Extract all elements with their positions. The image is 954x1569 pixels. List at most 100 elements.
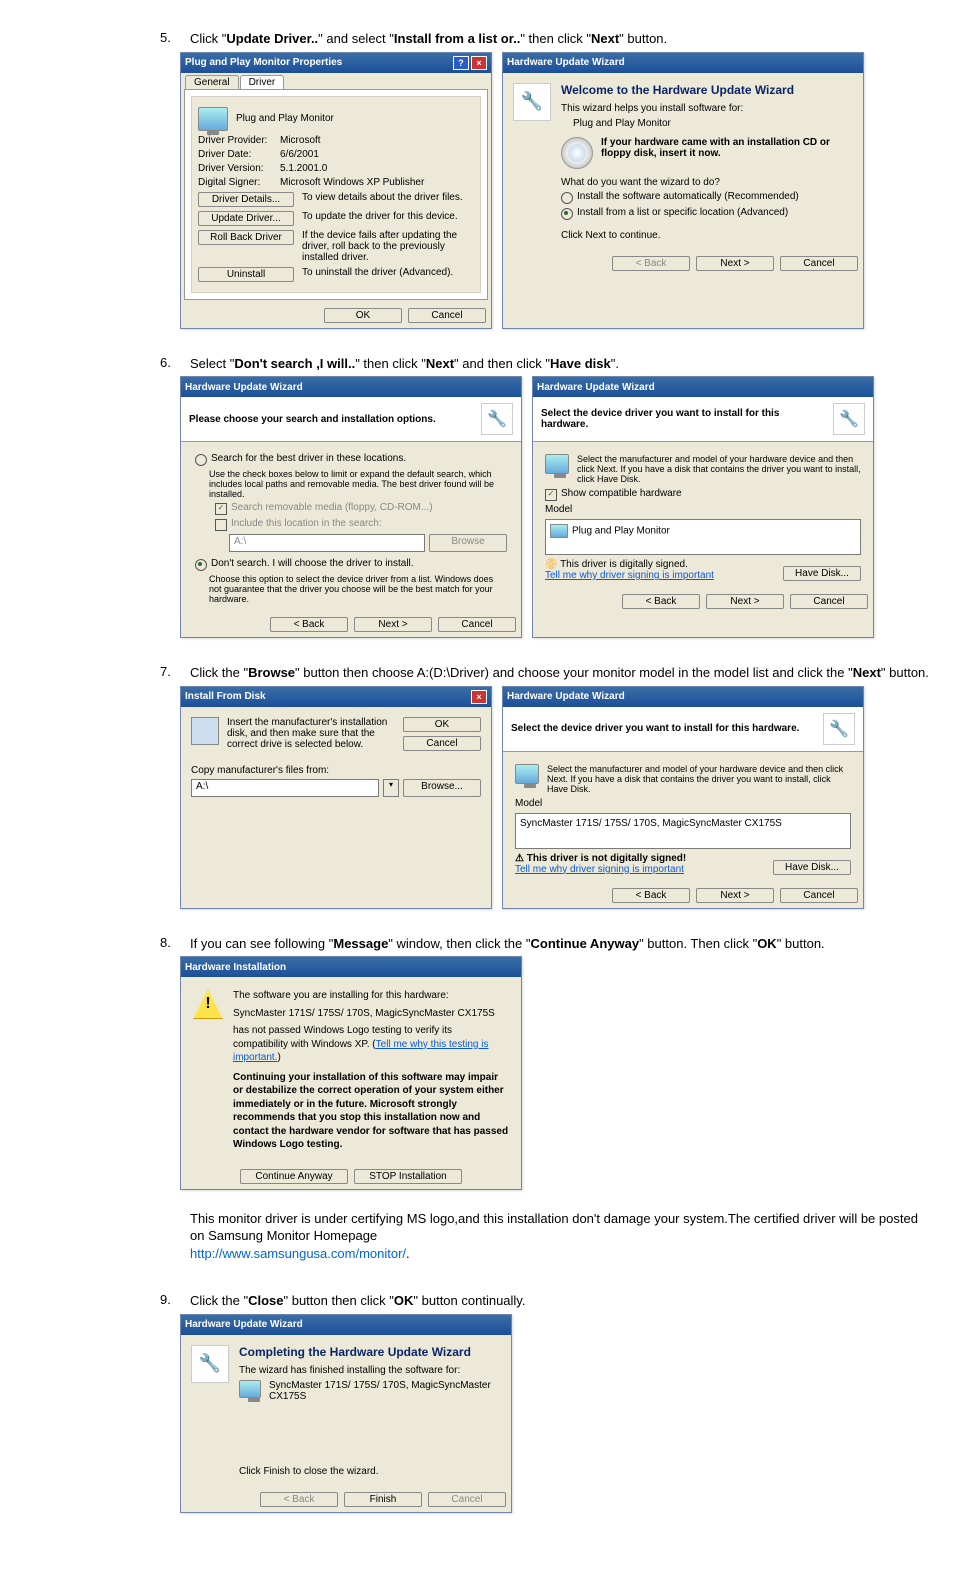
path-input[interactable]: A:\ bbox=[191, 779, 379, 797]
hardware-installation-dialog: Hardware Installation ! The software you… bbox=[180, 956, 522, 1190]
disk-icon bbox=[191, 717, 219, 745]
wizard-question: What do you want the wizard to do? bbox=[561, 177, 853, 188]
radio-list-label: Install from a list or specific location… bbox=[577, 207, 788, 218]
tab-strip: General Driver bbox=[181, 73, 491, 89]
model-list[interactable]: Plug and Play Monitor bbox=[545, 519, 861, 555]
tab-driver[interactable]: Driver bbox=[240, 75, 285, 89]
step8-note: This monitor driver is under certifying … bbox=[190, 1210, 934, 1263]
hw-l3: has not passed Windows Logo testing to v… bbox=[233, 1024, 509, 1065]
driver-details-desc: To view details about the driver files. bbox=[302, 192, 474, 203]
dialog-title: Install From Disk bbox=[185, 691, 266, 702]
wizard-subtext: The wizard has finished installing the s… bbox=[239, 1365, 501, 1376]
cancel-button[interactable]: Cancel bbox=[780, 256, 858, 271]
chk-show-compatible[interactable] bbox=[545, 489, 557, 501]
finish-button[interactable]: Finish bbox=[344, 1492, 422, 1507]
update-driver-desc: To update the driver for this device. bbox=[302, 211, 474, 222]
have-disk-button[interactable]: Have Disk... bbox=[783, 566, 861, 581]
step6-instruction: Select "Don't search ,I will.." then cli… bbox=[190, 355, 934, 373]
chk-show-compatible-label: Show compatible hardware bbox=[561, 488, 682, 499]
version-label: Driver Version: bbox=[198, 163, 280, 174]
hw-l2: SyncMaster 171S/ 175S/ 170S, MagicSyncMa… bbox=[233, 1007, 509, 1021]
hardware-wizard-welcome-dialog: Hardware Update Wizard 🔧 Welcome to the … bbox=[502, 52, 864, 329]
radio-list[interactable] bbox=[561, 208, 573, 220]
monitor-icon bbox=[515, 764, 539, 784]
close-icon[interactable]: × bbox=[471, 56, 487, 70]
version-value: 5.1.2001.0 bbox=[280, 163, 327, 174]
radio-search-best-label: Search for the best driver in these loca… bbox=[211, 453, 406, 464]
stop-installation-button[interactable]: STOP Installation bbox=[354, 1169, 462, 1184]
step-number: 5. bbox=[20, 30, 190, 329]
signing-link[interactable]: Tell me why driver signing is important bbox=[545, 570, 714, 581]
wizard-icon: 🔧 bbox=[481, 403, 513, 435]
chk-include-loc bbox=[215, 519, 227, 531]
model-item[interactable]: SyncMaster 171S/ 175S/ 170S, MagicSyncMa… bbox=[520, 818, 782, 829]
copy-from-label: Copy manufacturer's files from: bbox=[191, 765, 481, 776]
next-button[interactable]: Next > bbox=[354, 617, 432, 632]
radio-dont-search-label: Don't search. I will choose the driver t… bbox=[211, 558, 414, 569]
help-icon[interactable]: ? bbox=[453, 56, 469, 70]
cancel-button[interactable]: Cancel bbox=[790, 594, 868, 609]
have-disk-button[interactable]: Have Disk... bbox=[773, 860, 851, 875]
radio-search-best-desc: Use the check boxes below to limit or ex… bbox=[209, 469, 507, 499]
cancel-button[interactable]: Cancel bbox=[438, 617, 516, 632]
close-icon[interactable]: × bbox=[471, 690, 487, 704]
wizard-heading: Welcome to the Hardware Update Wizard bbox=[561, 83, 853, 97]
driver-details-button[interactable]: Driver Details... bbox=[198, 192, 294, 207]
cancel-button[interactable]: Cancel bbox=[403, 736, 481, 751]
model-list[interactable]: SyncMaster 171S/ 175S/ 170S, MagicSyncMa… bbox=[515, 813, 851, 849]
step-number: 9. bbox=[20, 1292, 190, 1513]
dialog-title: Hardware Update Wizard bbox=[507, 57, 625, 68]
radio-dont-search[interactable] bbox=[195, 559, 207, 571]
cancel-button[interactable]: Cancel bbox=[780, 888, 858, 903]
uninstall-button[interactable]: Uninstall bbox=[198, 267, 294, 282]
step8-instruction: If you can see following "Message" windo… bbox=[190, 935, 934, 953]
model-item[interactable]: Plug and Play Monitor bbox=[572, 526, 670, 537]
hw-l1: The software you are installing for this… bbox=[233, 989, 509, 1003]
install-from-disk-dialog: Install From Disk × Insert the manufactur… bbox=[180, 686, 492, 909]
location-input: A:\ bbox=[229, 534, 425, 552]
wizard-close-text: Click Finish to close the wizard. bbox=[239, 1466, 501, 1477]
hw-l4: Continuing your installation of this sof… bbox=[233, 1071, 509, 1152]
wizard-device: Plug and Play Monitor bbox=[573, 118, 853, 129]
wizard-select-driver-dialog: Hardware Update Wizard Select the device… bbox=[532, 376, 874, 638]
dialog-title: Hardware Update Wizard bbox=[537, 382, 655, 393]
next-button[interactable]: Next > bbox=[696, 888, 774, 903]
signer-label: Digital Signer: bbox=[198, 177, 280, 188]
wizard-icon: 🔧 bbox=[833, 403, 865, 435]
dropdown-icon[interactable]: ▾ bbox=[383, 779, 399, 797]
back-button: < Back bbox=[260, 1492, 338, 1507]
radio-auto[interactable] bbox=[561, 192, 573, 204]
continue-anyway-button[interactable]: Continue Anyway bbox=[240, 1169, 348, 1184]
wizard-complete-dialog: Hardware Update Wizard 🔧 Completing the … bbox=[180, 1314, 512, 1513]
back-button[interactable]: < Back bbox=[622, 594, 700, 609]
select-driver-desc: Select the manufacturer and model of you… bbox=[547, 764, 851, 794]
step-number: 7. bbox=[20, 664, 190, 909]
cancel-button[interactable]: Cancel bbox=[408, 308, 486, 323]
browse-button[interactable]: Browse... bbox=[403, 779, 481, 797]
samsung-link[interactable]: http://www.samsungusa.com/monitor/ bbox=[190, 1246, 406, 1261]
radio-search-best[interactable] bbox=[195, 454, 207, 466]
next-button[interactable]: Next > bbox=[696, 256, 774, 271]
step-number: 6. bbox=[20, 355, 190, 639]
uninstall-desc: To uninstall the driver (Advanced). bbox=[302, 267, 474, 278]
rollback-button[interactable]: Roll Back Driver bbox=[198, 230, 294, 245]
ok-button[interactable]: OK bbox=[324, 308, 402, 323]
monitor-icon bbox=[239, 1380, 261, 1398]
cd-icon bbox=[561, 137, 593, 169]
tab-general[interactable]: General bbox=[185, 75, 239, 89]
back-button[interactable]: < Back bbox=[270, 617, 348, 632]
next-button[interactable]: Next > bbox=[706, 594, 784, 609]
step-number: 8. bbox=[20, 935, 190, 1267]
wizard-continue: Click Next to continue. bbox=[561, 230, 853, 241]
step5-instruction: Click "Update Driver.." and select "Inst… bbox=[190, 30, 934, 48]
ok-button[interactable]: OK bbox=[403, 717, 481, 732]
wizard-search-options-dialog: Hardware Update Wizard Please choose you… bbox=[180, 376, 522, 638]
provider-label: Driver Provider: bbox=[198, 135, 280, 146]
install-from-disk-msg: Insert the manufacturer's installation d… bbox=[227, 717, 395, 751]
update-driver-button[interactable]: Update Driver... bbox=[198, 211, 294, 226]
dialog-title: Hardware Update Wizard bbox=[507, 691, 625, 702]
back-button[interactable]: < Back bbox=[612, 888, 690, 903]
signed-text: 📀 This driver is digitally signed. bbox=[545, 559, 714, 570]
device-name: Plug and Play Monitor bbox=[236, 113, 334, 124]
signing-link[interactable]: Tell me why driver signing is important bbox=[515, 864, 686, 875]
